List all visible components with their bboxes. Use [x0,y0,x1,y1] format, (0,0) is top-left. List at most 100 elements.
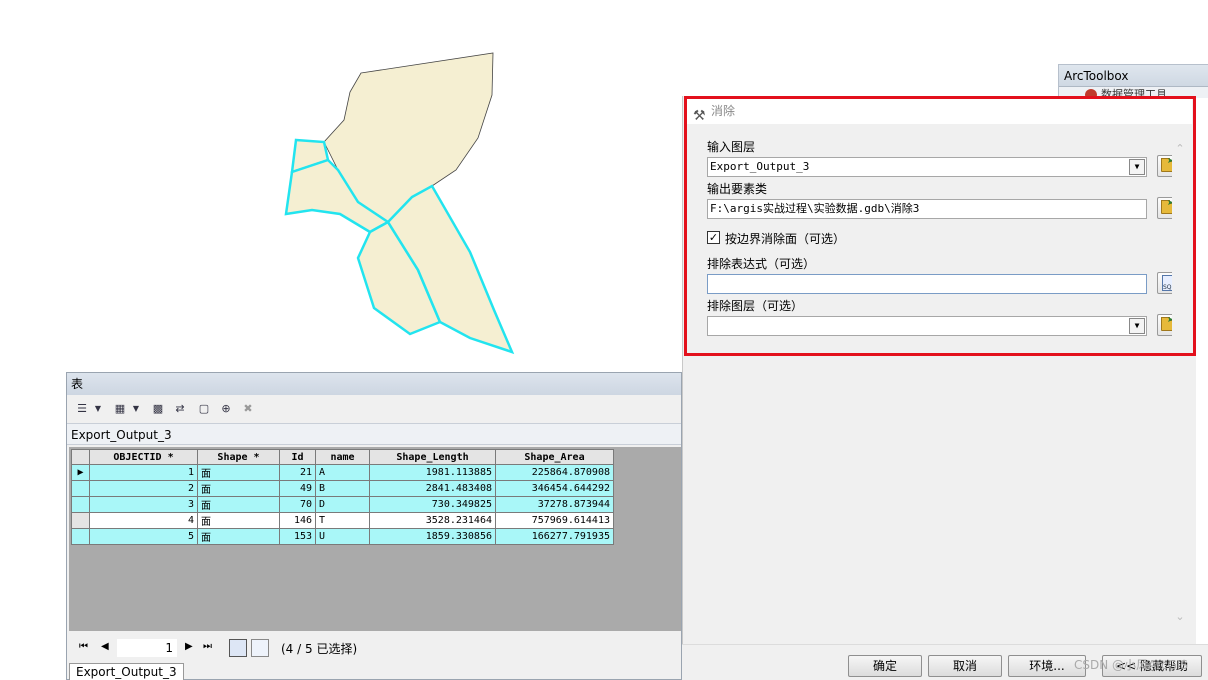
tool-dialog-scrollbar[interactable]: ⌃ ⌄ [1172,132,1188,632]
table-toolbar: ☰ ▼ ▦ ▼ ▩ ⇄ ▢ ⊕ ✖ [67,397,681,421]
table-name-header: Export_Output_3 [67,423,681,445]
cell-shape-area[interactable]: 37278.873944 [495,496,614,513]
exclusion-layer-dropdown[interactable]: ▼ [707,316,1147,336]
cell-objectid[interactable]: 2 [89,480,198,497]
table-tab[interactable]: Export_Output_3 [69,663,184,680]
map-features [284,52,515,355]
arctoolbox-panel: ArcToolbox 数据管理工具 [1058,64,1208,99]
row-selector[interactable] [71,512,90,529]
delete-selected-icon[interactable]: ✖ [241,402,255,416]
cell-shape-area[interactable]: 346454.644292 [495,480,614,497]
cell-shape-length[interactable]: 3528.231464 [369,512,496,529]
cell-shape-length[interactable]: 1859.330856 [369,528,496,545]
switch-selection-icon[interactable]: ⇄ [173,402,187,416]
column-header[interactable]: Shape * [197,449,280,465]
cell-shape-length[interactable]: 730.349825 [369,496,496,513]
column-header[interactable]: OBJECTID * [89,449,198,465]
exclusion-layer-label: 排除图层（可选） [707,299,804,313]
cell-name[interactable]: D [315,496,370,513]
exclusion-expression-label: 排除表达式（可选） [707,257,816,271]
cell-id[interactable]: 70 [279,496,316,513]
cell-objectid[interactable]: 3 [89,496,198,513]
arctoolbox-title: ArcToolbox [1059,65,1208,87]
table-options-icon[interactable]: ☰ [75,402,89,416]
cell-id[interactable]: 21 [279,464,316,481]
arcmap-window: ArcToolbox 数据管理工具 ⚒ 消除 输入图层 Export_Outpu… [0,0,1208,680]
ok-button[interactable]: 确定 [848,655,922,677]
cell-shape[interactable]: 面 [197,464,280,481]
last-record-icon[interactable]: ⏭ [203,641,212,652]
eliminate-by-border-label: 按边界消除面（可选） [725,232,846,246]
tool-dialog-titlebar[interactable]: ⚒ 消除 [687,98,1192,124]
table-row[interactable]: 4 面 146 T 3528.231464 757969.614413 [71,512,614,529]
input-layer-label: 输入图层 [707,140,756,154]
cell-shape-area[interactable]: 225864.870908 [495,464,614,481]
chevron-down-icon[interactable]: ▼ [91,402,105,416]
cell-objectid[interactable]: 1 [89,464,198,481]
show-all-records-icon[interactable] [229,639,247,657]
row-selector[interactable] [71,480,90,497]
table-window-title: 表 [67,373,681,395]
table-row[interactable]: 3 面 70 D 730.349825 37278.873944 [71,496,614,513]
cell-name[interactable]: T [315,512,370,529]
cell-objectid[interactable]: 4 [89,512,198,529]
cell-name[interactable]: B [315,480,370,497]
row-selector-header[interactable] [71,449,90,465]
cell-shape-length[interactable]: 1981.113885 [369,464,496,481]
tool-dialog-title: 消除 [711,104,736,118]
input-layer-dropdown[interactable]: Export_Output_3 ▼ [707,157,1147,177]
chevron-down-icon[interactable]: ▼ [1129,159,1145,175]
exclusion-expression-input[interactable] [707,274,1147,294]
scroll-down-icon[interactable]: ⌄ [1174,610,1186,623]
table-header-row: OBJECTID * Shape * Id name Shape_Length … [71,449,614,465]
output-features-label: 输出要素类 [707,182,768,196]
chevron-down-icon[interactable]: ▼ [1129,318,1145,334]
table-navigation-bar: ⏮ ◀ 1 ▶ ⏭ (4 / 5 已选择) [67,635,681,661]
table-row[interactable]: ▶ 1 面 21 A 1981.113885 225864.870908 [71,464,614,481]
cell-name[interactable]: A [315,464,370,481]
related-tables-icon[interactable]: ▦ [113,402,127,416]
current-record-input[interactable]: 1 [117,639,177,657]
cell-shape-length[interactable]: 2841.483408 [369,480,496,497]
row-selector[interactable]: ▶ [71,464,90,481]
cancel-button[interactable]: 取消 [928,655,1002,677]
column-header[interactable]: Id [279,449,316,465]
chevron-down-icon[interactable]: ▼ [129,402,143,416]
cell-shape[interactable]: 面 [197,512,280,529]
tool-dialog-body: 输入图层 Export_Output_3 ▼ ➤ 输出要素类 F:\argis实… [687,126,1179,626]
attribute-table: OBJECTID * Shape * Id name Shape_Length … [71,449,614,545]
previous-record-icon[interactable]: ◀ [101,641,109,652]
cell-id[interactable]: 49 [279,480,316,497]
cell-shape[interactable]: 面 [197,528,280,545]
clear-selection-icon[interactable]: ▢ [197,402,211,416]
column-header[interactable]: Shape_Area [495,449,614,465]
cell-shape[interactable]: 面 [197,480,280,497]
cell-objectid[interactable]: 5 [89,528,198,545]
table-grid-area: OBJECTID * Shape * Id name Shape_Length … [69,447,681,631]
watermark: CSDN @小风ArcGIS [1074,658,1188,672]
cell-id[interactable]: 153 [279,528,316,545]
attribute-table-window: 表 ☰ ▼ ▦ ▼ ▩ ⇄ ▢ ⊕ ✖ Export_Output_3 OBJE… [66,372,682,680]
column-header[interactable]: name [315,449,370,465]
select-by-attributes-icon[interactable]: ▩ [151,402,165,416]
cell-name[interactable]: U [315,528,370,545]
output-features-field[interactable]: F:\argis实战过程\实验数据.gdb\消除3 [707,199,1147,219]
first-record-icon[interactable]: ⏮ [79,641,88,652]
cell-shape-area[interactable]: 166277.791935 [495,528,614,545]
table-row[interactable]: 2 面 49 B 2841.483408 346454.644292 [71,480,614,497]
output-features-value: F:\argis实战过程\实验数据.gdb\消除3 [710,202,920,215]
show-selected-records-icon[interactable] [251,639,269,657]
column-header[interactable]: Shape_Length [369,449,496,465]
eliminate-by-border-checkbox[interactable]: ✓ [707,231,720,244]
row-selector[interactable] [71,528,90,545]
cell-shape-area[interactable]: 757969.614413 [495,512,614,529]
scroll-up-icon[interactable]: ⌃ [1174,142,1186,155]
cell-id[interactable]: 146 [279,512,316,529]
zoom-to-selected-icon[interactable]: ⊕ [219,402,233,416]
next-record-icon[interactable]: ▶ [185,641,193,652]
selection-status: (4 / 5 已选择) [281,642,358,656]
tool-dialog: ⚒ 消除 输入图层 Export_Output_3 ▼ ➤ 输出要素类 F:\a… [682,96,1196,680]
row-selector[interactable] [71,496,90,513]
table-row[interactable]: 5 面 153 U 1859.330856 166277.791935 [71,528,614,545]
cell-shape[interactable]: 面 [197,496,280,513]
